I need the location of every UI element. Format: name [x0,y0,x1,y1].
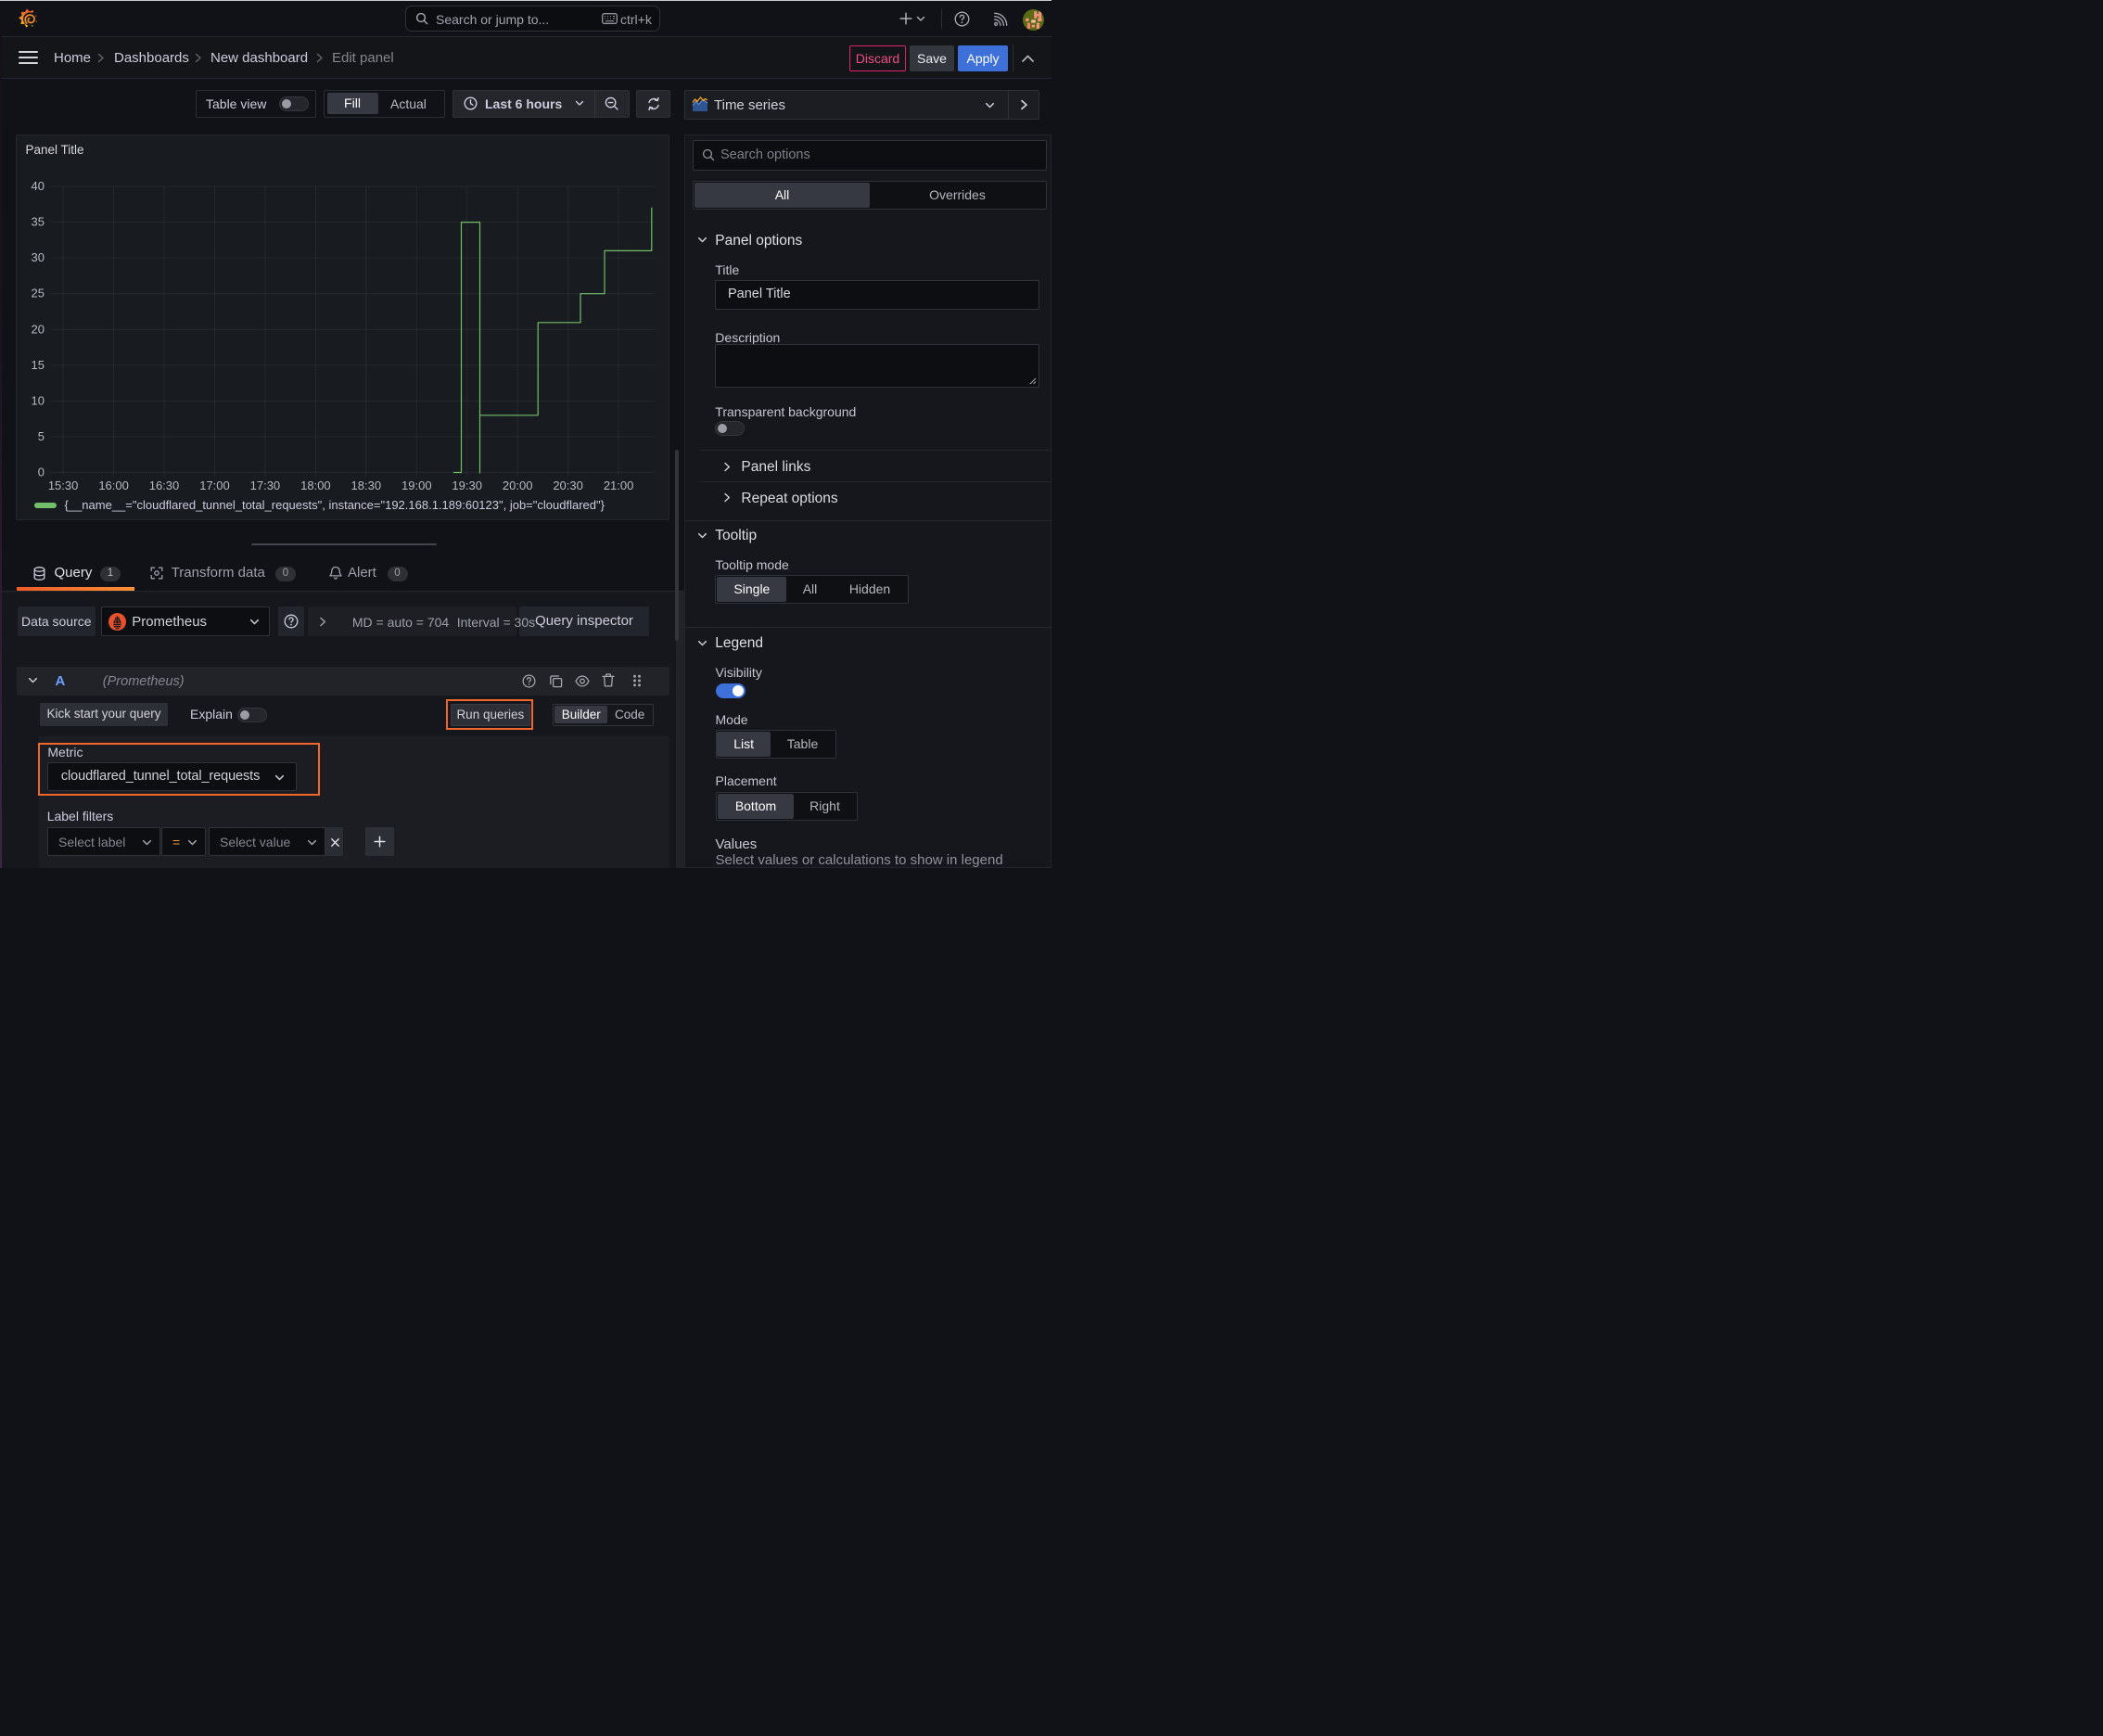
svg-text:40: 40 [31,179,44,193]
svg-text:17:00: 17:00 [199,479,230,492]
svg-text:10: 10 [31,393,44,407]
svg-text:18:30: 18:30 [350,479,381,492]
svg-text:5: 5 [37,429,44,443]
svg-text:35: 35 [31,214,44,228]
svg-text:19:30: 19:30 [452,479,482,492]
svg-text:21:00: 21:00 [603,479,633,492]
svg-text:18:00: 18:00 [300,479,331,492]
svg-text:20:00: 20:00 [502,479,532,492]
svg-text:19:00: 19:00 [401,479,432,492]
svg-text:20:30: 20:30 [553,479,583,492]
svg-text:25: 25 [31,286,44,300]
svg-text:15:30: 15:30 [47,479,78,492]
svg-text:17:30: 17:30 [249,479,280,492]
svg-text:0: 0 [37,465,44,479]
svg-text:16:00: 16:00 [98,479,129,492]
svg-text:16:30: 16:30 [148,479,179,492]
svg-text:20: 20 [31,322,44,336]
svg-text:30: 30 [31,250,44,264]
svg-text:15: 15 [31,357,44,371]
